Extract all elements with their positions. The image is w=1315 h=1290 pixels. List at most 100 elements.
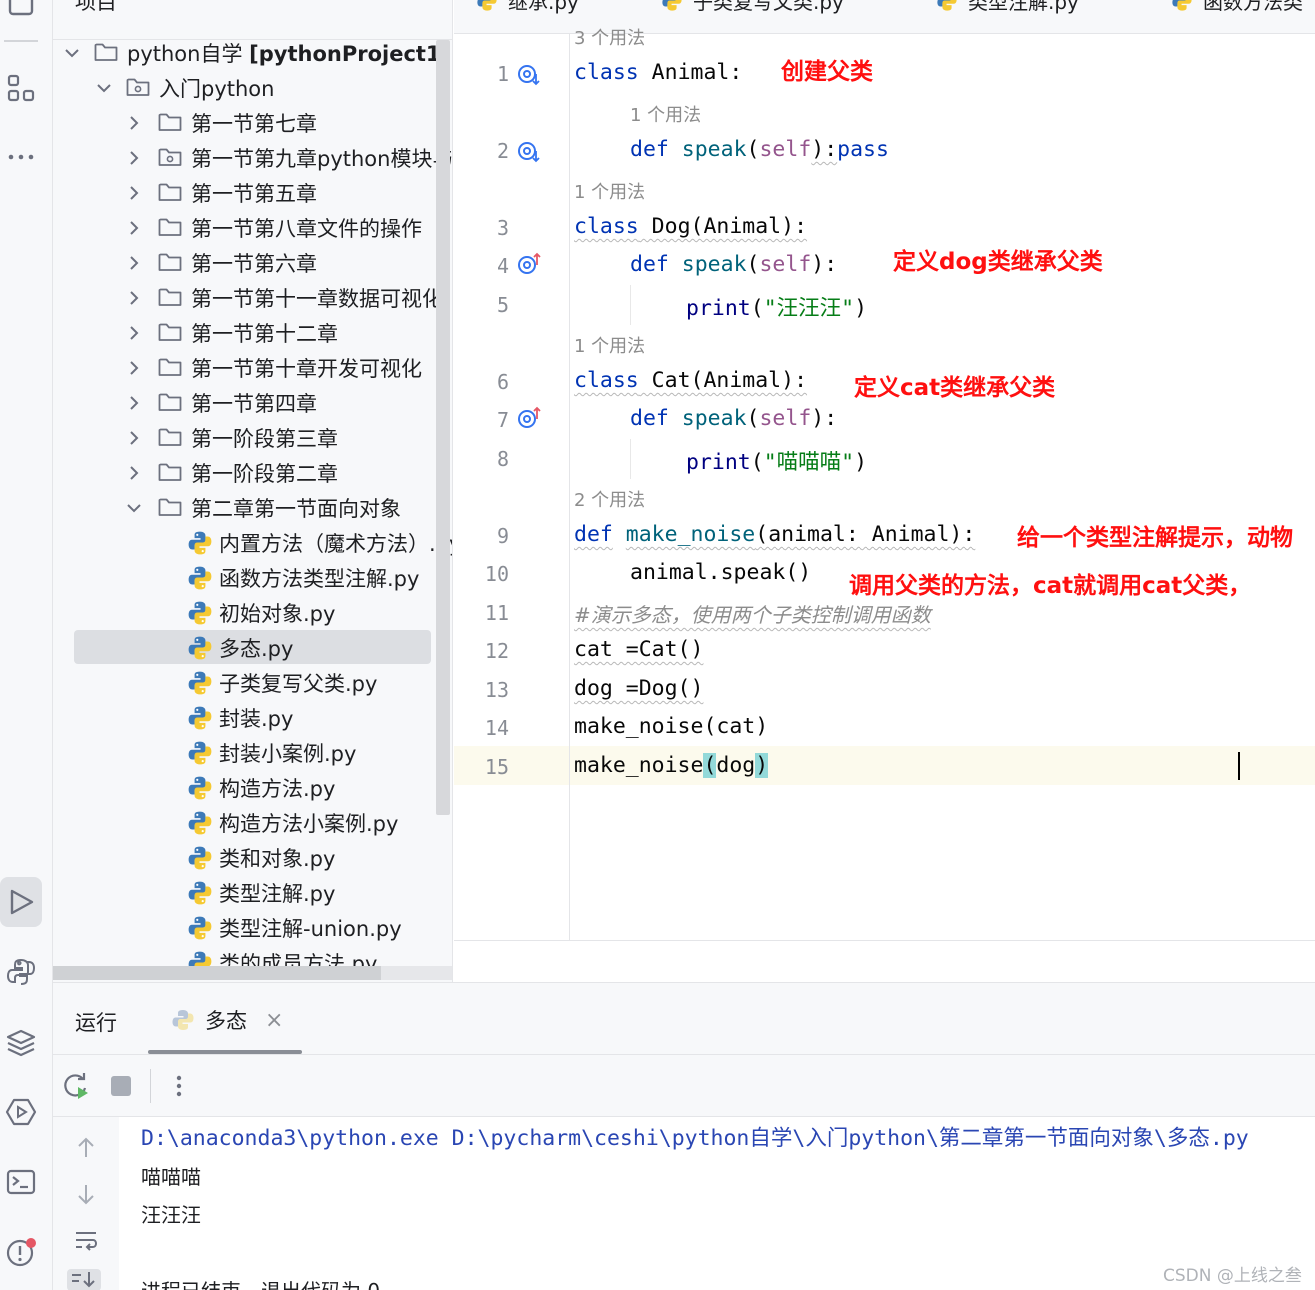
code-line[interactable]: def speak(self): [630, 406, 837, 431]
usages-hint[interactable]: 2 个用法 [574, 486, 645, 512]
arrow-down-icon[interactable] [73, 1181, 99, 1207]
tree-folder-item[interactable]: 第一节第七章 [53, 105, 452, 140]
run-tool-icon[interactable] [0, 877, 42, 927]
code-editor[interactable]: 继承.py 子类复写父类.py 类型注解.py 函数方法类 1 2 3 4 5 6 7 8 9 10 11… [454, 0, 1315, 982]
chevron-right-icon[interactable] [125, 183, 143, 201]
code-line[interactable]: class Animal: [574, 60, 742, 85]
terminal-icon[interactable] [0, 1157, 42, 1207]
scroll-to-end-icon[interactable] [67, 1269, 101, 1290]
tree-folder-item[interactable]: python自学 [pythonProject1] [53, 35, 452, 70]
project-pane-title[interactable]: 项目 [75, 0, 117, 16]
tree-file-item[interactable]: 初始对象.py [53, 595, 452, 630]
tree-folder-item[interactable]: 第一节第十章开发可视化 [53, 350, 452, 385]
line-number[interactable]: 15 [454, 755, 509, 779]
chevron-right-icon[interactable] [125, 253, 143, 271]
arrow-up-icon[interactable] [73, 1135, 99, 1161]
usages-hint[interactable]: 1 个用法 [630, 101, 701, 127]
tree-file-item[interactable]: 类型注解.py [53, 875, 452, 910]
tree-folder-item[interactable]: 入门python [53, 70, 452, 105]
tree-folder-item[interactable]: 第一节第八章文件的操作 [53, 210, 452, 245]
line-number[interactable]: 4 [454, 254, 509, 278]
code-line[interactable]: cat =Cat() [574, 637, 703, 662]
chevron-right-icon[interactable] [125, 323, 143, 341]
rerun-icon[interactable] [61, 1071, 91, 1101]
line-number[interactable]: 3 [454, 216, 509, 240]
chevron-down-icon[interactable] [95, 78, 113, 96]
chevron-right-icon[interactable] [125, 428, 143, 446]
line-number[interactable]: 5 [454, 293, 509, 317]
tree-folder-item[interactable]: 第一阶段第三章 [53, 420, 452, 455]
editor-tab[interactable]: 类型注解.py [936, 0, 1079, 15]
tree-folder-item[interactable]: 第一节第四章 [53, 385, 452, 420]
chevron-right-icon[interactable] [125, 148, 143, 166]
code-line[interactable]: animal.speak() [630, 560, 811, 585]
code-line[interactable]: dog =Dog() [574, 676, 703, 701]
tree-folder-item[interactable]: 第一节第九章python模块与 [53, 140, 452, 175]
line-number[interactable]: 2 [454, 139, 509, 163]
line-number[interactable]: 8 [454, 447, 509, 471]
line-number[interactable]: 6 [454, 370, 509, 394]
overriding-method-icon[interactable] [516, 405, 544, 431]
chevron-down-icon[interactable] [63, 43, 81, 61]
line-number[interactable]: 14 [454, 716, 509, 740]
usages-hint[interactable]: 3 个用法 [574, 24, 645, 50]
code-comment[interactable]: #演示多态，使用两个子类控制调用函数 [574, 599, 931, 628]
tree-folder-item[interactable]: 第一节第十一章数据可视化 [53, 280, 452, 315]
tree-folder-item[interactable]: 第一阶段第二章 [53, 455, 452, 490]
problems-icon[interactable] [0, 1227, 42, 1277]
code-line[interactable]: print("汪汪汪") [686, 291, 867, 322]
line-number[interactable]: 1 [454, 62, 509, 86]
code-line[interactable]: print("喵喵喵") [686, 445, 867, 476]
tree-file-item[interactable]: 类型注解-union.py [53, 910, 452, 945]
tree-file-item[interactable]: 子类复写父类.py [53, 665, 452, 700]
code-line[interactable]: def speak(self):pass [630, 137, 889, 162]
usages-hint[interactable]: 1 个用法 [574, 332, 645, 358]
scrollbar-thumb[interactable] [53, 966, 381, 980]
line-number[interactable]: 12 [454, 639, 509, 663]
editor-tab[interactable]: 子类复写父类.py [661, 0, 844, 15]
code-line[interactable]: make_noise(cat) [574, 714, 768, 739]
tree-folder-item[interactable]: 第二章第一节面向对象 [53, 490, 452, 525]
tree-folder-item[interactable]: 第一节第五章 [53, 175, 452, 210]
overridden-method-icon[interactable] [516, 62, 544, 88]
tree-file-item[interactable]: 内置方法（魔术方法）.py [53, 525, 452, 560]
chevron-down-icon[interactable] [125, 498, 143, 516]
code-line[interactable]: def make_noise(animal: Animal): [574, 522, 975, 547]
code-line[interactable]: make_noise(dog) [574, 753, 769, 778]
chevron-right-icon[interactable] [125, 358, 143, 376]
code-line[interactable]: class Cat(Animal): [574, 368, 807, 393]
tree-file-item[interactable]: 多态.py [53, 630, 452, 665]
overriding-method-icon[interactable] [516, 251, 544, 277]
overridden-method-icon[interactable] [516, 139, 544, 165]
tree-folder-item[interactable]: 第一节第十二章 [53, 315, 452, 350]
structure-tool-icon[interactable] [0, 63, 42, 113]
chevron-right-icon[interactable] [125, 288, 143, 306]
tree-file-item[interactable]: 构造方法.py [53, 770, 452, 805]
line-number[interactable]: 11 [454, 601, 509, 625]
close-icon[interactable]: × [265, 1008, 283, 1033]
soft-wrap-icon[interactable] [73, 1227, 99, 1253]
tree-folder-item[interactable]: 第一节第六章 [53, 245, 452, 280]
tree-file-item[interactable]: 封装小案例.py [53, 735, 452, 770]
project-horizontal-scrollbar[interactable] [53, 966, 452, 980]
python-console-icon[interactable] [0, 947, 42, 997]
tree-file-item[interactable]: 封装.py [53, 700, 452, 735]
tree-file-item[interactable]: 类和对象.py [53, 840, 452, 875]
line-number[interactable]: 13 [454, 678, 509, 702]
services-icon[interactable] [0, 1087, 42, 1137]
project-tool-icon[interactable] [0, 0, 42, 28]
more-tools-icon[interactable] [0, 132, 42, 182]
chevron-right-icon[interactable] [125, 463, 143, 481]
usages-hint[interactable]: 1 个用法 [574, 178, 645, 204]
tree-file-item[interactable]: 函数方法类型注解.py [53, 560, 452, 595]
tree-file-item[interactable]: 构造方法小案例.py [53, 805, 452, 840]
run-tab-duotai[interactable]: 多态 × [171, 1005, 283, 1035]
code-line[interactable]: class Dog(Animal): [574, 214, 807, 239]
editor-tab[interactable]: 函数方法类 [1171, 0, 1303, 15]
chevron-right-icon[interactable] [125, 393, 143, 411]
chevron-right-icon[interactable] [125, 218, 143, 236]
line-number[interactable]: 7 [454, 408, 509, 432]
stop-icon[interactable] [106, 1071, 136, 1101]
chevron-right-icon[interactable] [125, 113, 143, 131]
code-line[interactable]: def speak(self): [630, 252, 837, 277]
